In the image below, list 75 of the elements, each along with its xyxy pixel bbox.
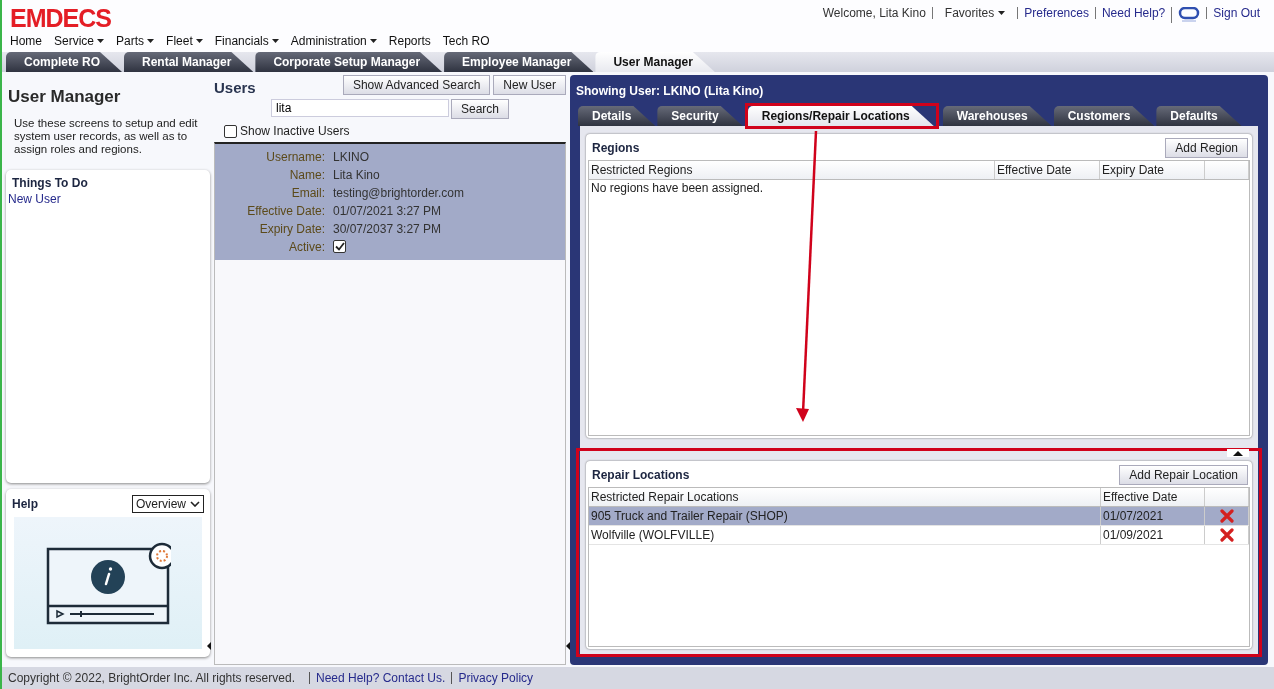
- menu-item[interactable]: Administration: [290, 34, 377, 48]
- table-cell: Wolfville (WOLFVILLE): [589, 526, 1101, 544]
- footer-link[interactable]: Privacy Policy: [451, 672, 540, 684]
- detail-tab[interactable]: Security: [657, 106, 743, 126]
- caret-icon: [998, 11, 1006, 15]
- search-button[interactable]: Search: [451, 99, 509, 119]
- menu-item[interactable]: Tech RO: [442, 34, 490, 48]
- menu-item[interactable]: Financials: [214, 34, 279, 48]
- page-description: Use these screens to setup and edit system user records, as well as to assign roles and regions.: [13, 117, 199, 156]
- chevron-icon: [190, 501, 200, 507]
- todo-link[interactable]: New User: [6, 190, 210, 206]
- detail-tab[interactable]: Warehouses: [942, 106, 1052, 126]
- user-record[interactable]: Username: LKINO Name: Lita Kino Email: testing@brightorder.com Effective Date: 01/07/2021 3:27 PM Expiry Date: 30/07/2037 3:27 PM Active:: [215, 144, 565, 260]
- detail-tab[interactable]: Customers: [1053, 106, 1155, 126]
- field-label: Expiry Date:: [258, 222, 325, 236]
- toolbar-button[interactable]: Show Advanced Search: [342, 75, 491, 95]
- module-tab[interactable]: Employee Manager: [444, 52, 594, 72]
- section-title: Repair Locations: [592, 468, 690, 482]
- checkbox[interactable]: [224, 124, 237, 138]
- search-field[interactable]: lita: [271, 99, 449, 117]
- toolbar-button[interactable]: New User: [493, 75, 566, 95]
- checkbox-label: Show Inactive Users: [240, 124, 350, 138]
- detail-tab[interactable]: Defaults: [1156, 106, 1242, 126]
- add-repair-location-button[interactable]: Add Repair Location: [1119, 465, 1248, 485]
- delete-icon[interactable]: [1219, 528, 1234, 542]
- menu-item[interactable]: Service: [54, 34, 105, 48]
- module-tab[interactable]: User Manager: [595, 52, 715, 72]
- section-title: Users: [214, 79, 256, 96]
- help-select[interactable]: Overview: [132, 495, 204, 513]
- table-cell: 01/07/2021: [1101, 507, 1205, 525]
- column-header: Effective Date: [995, 161, 1100, 179]
- field-label: Effective Date:: [246, 204, 325, 218]
- column-header: Effective Date: [1101, 488, 1205, 506]
- table-cell: 01/09/2021: [1101, 526, 1205, 544]
- detail-tab[interactable]: Details: [578, 106, 656, 126]
- column-header: Expiry Date: [1100, 161, 1205, 179]
- column-header: Restricted Regions: [589, 161, 995, 179]
- checkbox[interactable]: [333, 240, 346, 253]
- table-row[interactable]: Wolfville (WOLFVILLE) 01/09/2021: [589, 526, 1249, 545]
- welcome-text: Welcome, Lita Kino: [821, 7, 927, 19]
- menu-item[interactable]: Home: [10, 34, 42, 48]
- table-cell: 905 Truck and Trailer Repair (SHOP): [589, 507, 1101, 525]
- field-value: testing@brightorder.com: [333, 186, 465, 200]
- empty-message: No regions have been assigned.: [590, 180, 765, 196]
- module-tab[interactable]: Corporate Setup Manager: [255, 52, 443, 72]
- logo: EMDECS: [10, 6, 111, 30]
- module-tab[interactable]: Complete RO: [6, 52, 122, 72]
- panel-title: Help: [12, 497, 38, 511]
- field-value: 01/07/2021 3:27 PM: [333, 204, 443, 218]
- table-row[interactable]: 905 Truck and Trailer Repair (SHOP) 01/07/2021: [589, 507, 1249, 526]
- page-title: User Manager: [8, 87, 122, 107]
- header-link[interactable]: Preferences: [1017, 7, 1095, 19]
- field-label: Active:: [288, 240, 325, 254]
- field-value: Lita Kino: [333, 168, 381, 182]
- section-title: Regions: [592, 141, 640, 155]
- field-label: Username:: [265, 150, 325, 164]
- column-header: Restricted Repair Locations: [589, 488, 1101, 506]
- header-link[interactable]: Need Help?: [1094, 7, 1172, 19]
- footer-link[interactable]: Need Help? Contact Us.: [308, 672, 452, 684]
- detail-tab[interactable]: Regions/Repair Locations: [747, 106, 934, 126]
- module-tab[interactable]: Rental Manager: [124, 52, 254, 72]
- collapse-icon[interactable]: [1227, 449, 1249, 457]
- panel-heading: Showing User: LKINO (Lita Kino): [576, 84, 764, 98]
- menu-item[interactable]: Fleet: [166, 34, 203, 48]
- field-value: 30/07/2037 3:27 PM: [333, 222, 443, 236]
- favorites-menu[interactable]: Favorites: [931, 7, 1018, 19]
- menu-item[interactable]: Reports: [388, 34, 431, 48]
- add-region-button[interactable]: Add Region: [1165, 138, 1248, 158]
- field-value: LKINO: [333, 150, 370, 164]
- panel-title: Things To Do: [11, 176, 89, 190]
- field-label: Email:: [290, 186, 325, 200]
- header-link[interactable]: Sign Out: [1206, 7, 1266, 19]
- copyright-text: Copyright © 2022, BrightOrder Inc. All rights reserved.: [8, 671, 296, 685]
- menu-item[interactable]: Parts: [116, 34, 155, 48]
- field-label: Name:: [288, 168, 325, 182]
